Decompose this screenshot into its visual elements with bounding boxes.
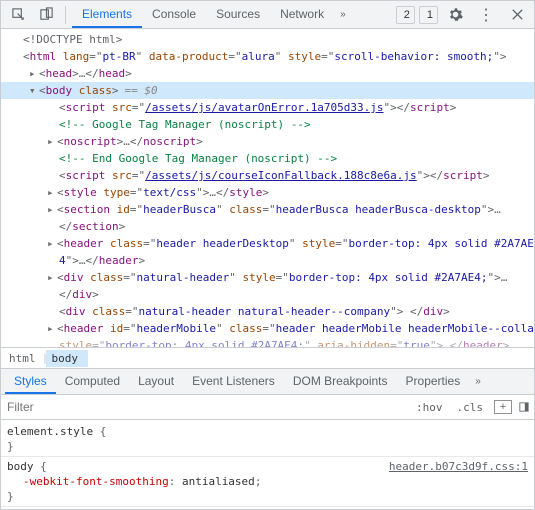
dom-div1[interactable]: ▸<div class="natural-header" style="bord…	[1, 269, 534, 286]
tab-computed[interactable]: Computed	[56, 369, 129, 394]
breadcrumb: html body	[1, 347, 534, 368]
more-tabs-chevron-icon[interactable]: »	[334, 9, 352, 20]
styles-filter-bar: :hov .cls +	[1, 395, 534, 420]
tab-eventlisteners[interactable]: Event Listeners	[183, 369, 284, 394]
crumb-html[interactable]: html	[3, 350, 46, 367]
tab-elements[interactable]: Elements	[72, 1, 142, 28]
dom-style[interactable]: ▸<style type="text/css">…</style>	[1, 184, 534, 201]
dom-comment2[interactable]: <!-- End Google Tag Manager (noscript) -…	[1, 150, 534, 167]
dom-div2[interactable]: <div class="natural-header natural-heade…	[1, 303, 534, 320]
rule-body[interactable]: header.b07c3d9f.css:1 body { -webkit-fon…	[1, 457, 534, 507]
tab-properties[interactable]: Properties	[397, 369, 470, 394]
dom-html-open[interactable]: <html lang="pt-BR" data-product="alura" …	[1, 48, 534, 65]
dom-header1[interactable]: ▸<header class="header headerDesktop" st…	[1, 235, 534, 252]
info-count: 1	[427, 9, 433, 21]
dom-script1[interactable]: <script src="/assets/js/avatarOnError.1a…	[1, 99, 534, 116]
new-style-rule-icon[interactable]: +	[494, 400, 512, 414]
dom-script2[interactable]: <script src="/assets/js/courseIconFallba…	[1, 167, 534, 184]
tab-styles[interactable]: Styles	[5, 369, 56, 394]
hov-button[interactable]: :hov	[409, 398, 450, 416]
warning-count: 2	[404, 9, 410, 21]
dom-section[interactable]: ▸<section id="headerBusca" class="header…	[1, 201, 534, 218]
dom-header2[interactable]: ▸<header id="headerMobile" class="header…	[1, 320, 534, 337]
tab-console[interactable]: Console	[142, 1, 206, 28]
dom-head[interactable]: ▸<head>…</head>	[1, 65, 534, 82]
dom-noscript[interactable]: ▸<noscript>…</noscript>	[1, 133, 534, 150]
styles-tabs: Styles Computed Layout Event Listeners D…	[1, 368, 534, 395]
dom-tree[interactable]: <!DOCTYPE html> <html lang="pt-BR" data-…	[1, 29, 534, 347]
close-icon[interactable]	[504, 3, 530, 27]
inspect-icon[interactable]	[5, 3, 31, 27]
styles-panel: element.style { } header.b07c3d9f.css:1 …	[1, 420, 534, 509]
dom-comment1[interactable]: <!-- Google Tag Manager (noscript) -->	[1, 116, 534, 133]
main-tabs: Elements Console Sources Network »	[72, 1, 394, 28]
dom-header2b[interactable]: style="border-top: 4px solid #2A7AE4;" a…	[1, 337, 534, 347]
tab-layout[interactable]: Layout	[129, 369, 183, 394]
filter-input[interactable]	[3, 400, 409, 414]
devtools-toolbar: Elements Console Sources Network » 2 1 ⋮	[1, 1, 534, 29]
crumb-body[interactable]: body	[46, 350, 89, 367]
dom-doctype[interactable]: <!DOCTYPE html>	[1, 31, 534, 48]
tab-network[interactable]: Network	[270, 1, 334, 28]
source-link[interactable]: header.b07c3d9f.css:1	[389, 459, 528, 474]
dom-body-selected[interactable]: ⋯▾<body class>== $0	[1, 82, 534, 99]
tab-dombreakpoints[interactable]: DOM Breakpoints	[284, 369, 397, 394]
rule-element-style[interactable]: element.style { }	[1, 422, 534, 457]
divider	[65, 6, 66, 24]
kebab-menu-icon[interactable]: ⋮	[472, 5, 500, 25]
toolbar-right: 2 1 ⋮	[396, 3, 530, 27]
cls-button[interactable]: .cls	[450, 398, 491, 416]
more-styles-chevron-icon[interactable]: »	[469, 376, 487, 387]
info-badge[interactable]: 1	[419, 6, 438, 24]
dom-div1-close[interactable]: </div>	[1, 286, 534, 303]
device-icon[interactable]	[33, 3, 59, 27]
dom-section-close[interactable]: </section>	[1, 218, 534, 235]
gear-icon[interactable]	[442, 3, 468, 27]
dom-header1b[interactable]: 4">…</header>	[1, 252, 534, 269]
dock-icon[interactable]	[516, 400, 532, 414]
tab-sources[interactable]: Sources	[206, 1, 270, 28]
warning-badge[interactable]: 2	[396, 6, 415, 24]
